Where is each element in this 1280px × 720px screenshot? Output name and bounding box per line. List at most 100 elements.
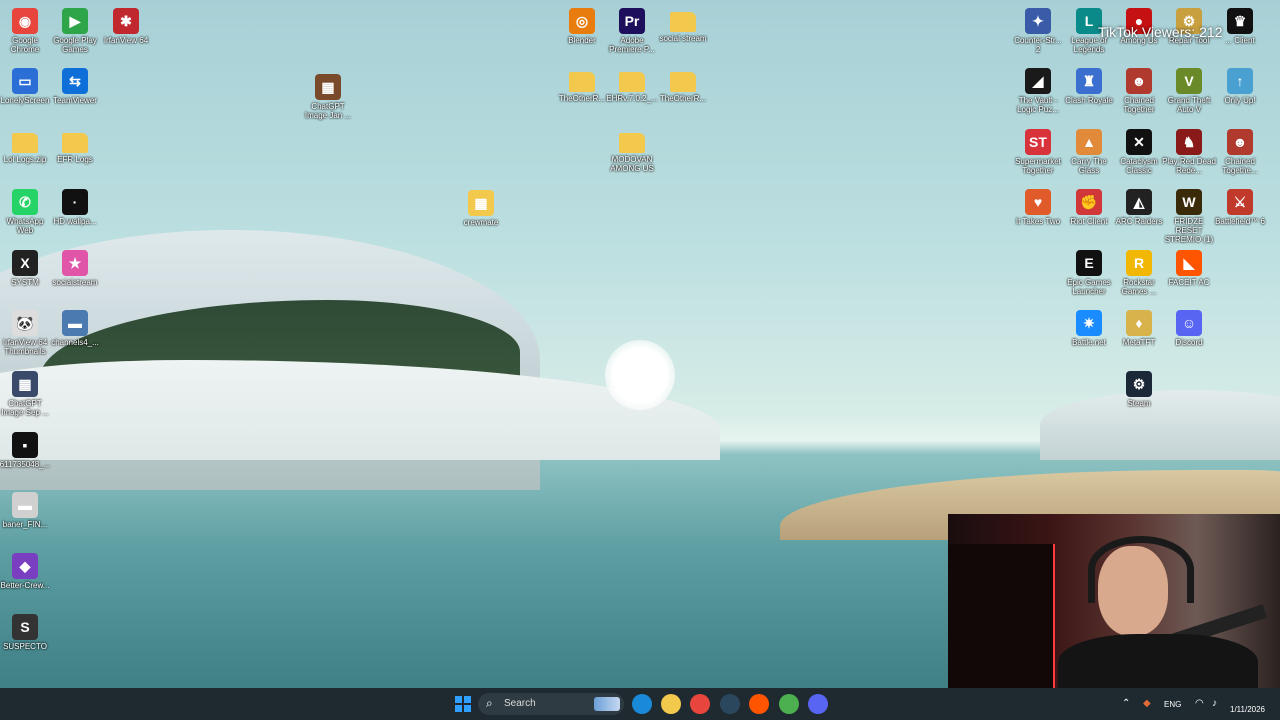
desktop-icon[interactable]: ☻ Chained Together bbox=[1112, 64, 1166, 114]
taskbar-search[interactable]: ⌕ Search bbox=[478, 693, 624, 715]
desktop-icon[interactable]: ◢ The Vault - Logic Puz... bbox=[1011, 64, 1065, 114]
desktop-icon[interactable]: V Grand Theft Auto V bbox=[1162, 64, 1216, 114]
desktop-icon[interactable]: ♞ Play Red Dead Rede... bbox=[1162, 125, 1216, 175]
edge-icon[interactable] bbox=[632, 694, 652, 714]
desktop-icon[interactable]: ▶ Google Play Games bbox=[48, 4, 102, 54]
image-file-icon: ▬ bbox=[12, 492, 38, 518]
desktop-icon[interactable]: ST Supermarket Together bbox=[1011, 125, 1065, 175]
volume-icon[interactable]: ♪ bbox=[1212, 698, 1217, 709]
wifi-icon[interactable]: ◠ bbox=[1195, 698, 1204, 709]
desktop-icon[interactable]: MODOVAN AMONG US bbox=[605, 125, 659, 173]
desktop-icon[interactable]: W FRIDZE RESET STREMIO (1) bbox=[1162, 185, 1216, 244]
desktop-icon[interactable]: S SUSPECTO bbox=[0, 610, 52, 651]
desktop-icon[interactable]: ▬ channels4_... bbox=[48, 306, 102, 347]
desktop-icon[interactable]: EHRv.7.0.2_... bbox=[605, 64, 659, 103]
desktop-icon[interactable]: ✦ Counter-Str... 2 bbox=[1011, 4, 1065, 54]
desktop-icon-label: TheOtherR... bbox=[558, 94, 606, 103]
desktop-icon[interactable]: social stream bbox=[656, 4, 710, 43]
tray-chevron-icon[interactable]: ⌃ bbox=[1122, 698, 1130, 709]
windows-logo-icon bbox=[455, 696, 471, 712]
file-explorer-icon[interactable] bbox=[661, 694, 681, 714]
desktop-icon-label: Clash Royale bbox=[1065, 96, 1113, 105]
folder-icon bbox=[619, 133, 645, 153]
discord-icon: ☺ bbox=[1176, 310, 1202, 336]
chrome-beta-icon[interactable] bbox=[779, 694, 799, 714]
desktop-icon[interactable]: X SYSTM bbox=[0, 246, 52, 287]
desktop-icon[interactable]: ◭ ARC Raiders bbox=[1112, 185, 1166, 226]
suspecto-icon: S bbox=[12, 614, 38, 640]
desktop-icon[interactable]: ✕ Cataclysm Classic bbox=[1112, 125, 1166, 175]
search-icon: ⌕ bbox=[486, 696, 493, 710]
desktop-icon-label: Google Chrome bbox=[10, 36, 40, 54]
chained-together-icon: ☻ bbox=[1126, 68, 1152, 94]
desktop-icon[interactable]: ✊ Riot Client bbox=[1062, 185, 1116, 226]
desktop-icon[interactable]: ↑ Only Up! bbox=[1213, 64, 1267, 105]
image-file-icon: ▦ bbox=[468, 190, 494, 216]
desktop-icon[interactable]: ◆ Better-Crew... bbox=[0, 549, 52, 590]
asus-pc-case bbox=[948, 544, 1055, 690]
desktop-icon-label: Supermarket Together bbox=[1015, 157, 1061, 175]
chrome-icon[interactable] bbox=[690, 694, 710, 714]
chained-together-icon: ☻ bbox=[1227, 129, 1253, 155]
image-file-icon: · bbox=[62, 189, 88, 215]
desktop-icon[interactable]: ✆ WhatsApp Web bbox=[0, 185, 52, 235]
play-games-icon: ▶ bbox=[62, 8, 88, 34]
desktop-icon[interactable]: ★ socialstream bbox=[48, 246, 102, 287]
desktop-icon[interactable]: ⚙ Steam bbox=[1112, 367, 1166, 408]
desktop-icon[interactable]: Pr Adobe Premiere P... bbox=[605, 4, 659, 54]
image-file-icon: ▪ bbox=[12, 432, 38, 458]
desktop-icon[interactable]: ⇆ TeamViewer bbox=[48, 64, 102, 105]
desktop-icon[interactable]: ▦ ChatGPT Image Sep ... bbox=[0, 367, 52, 417]
language-indicator[interactable]: ENG bbox=[1164, 700, 1181, 709]
desktop-icon-label: Lol Logs.zip bbox=[3, 155, 47, 164]
desktop-icon-label: Grand Theft Auto V bbox=[1167, 96, 1211, 114]
folder-icon bbox=[670, 12, 696, 32]
desktop-icon[interactable]: ◣ FACEIT AC bbox=[1162, 246, 1216, 287]
desktop-icon[interactable]: ♦ MetaTFT bbox=[1112, 306, 1166, 347]
desktop-icon[interactable]: ✷ Battle.net bbox=[1062, 306, 1116, 347]
premiere-icon: Pr bbox=[619, 8, 645, 34]
tray-shield-icon[interactable]: ◆ bbox=[1143, 698, 1151, 709]
desktop-icon[interactable]: ♥ It Takes Two bbox=[1011, 185, 1065, 226]
stremio-icon: W bbox=[1176, 189, 1202, 215]
faceit-icon[interactable] bbox=[749, 694, 769, 714]
clash-royale-icon: ♜ bbox=[1076, 68, 1102, 94]
desktop-icon[interactable]: 🐼 IrfanView 64 Thumbnails bbox=[0, 306, 52, 356]
desktop-icon-label: Epic Games Launcher bbox=[1067, 278, 1111, 296]
desktop-icon[interactable]: TheOtherR... bbox=[555, 64, 609, 103]
desktop-icon[interactable]: ♜ Clash Royale bbox=[1062, 64, 1116, 105]
desktop-icon[interactable]: R Rockstar Games ... bbox=[1112, 246, 1166, 296]
desktop-icon[interactable]: ▬ baner_FIN... bbox=[0, 488, 52, 529]
desktop-icon[interactable]: ▪ 611735048_... bbox=[0, 428, 52, 469]
desktop-icon[interactable]: ▦ ChatGPT Image Jan ... bbox=[301, 70, 355, 120]
carry-glass-icon: ▲ bbox=[1076, 129, 1102, 155]
desktop-icon-label: EFR Logs bbox=[57, 155, 93, 164]
desktop-icon[interactable]: · HD wallpa... bbox=[48, 185, 102, 226]
desktop-icon-label: FRIDZE RESET STREMIO (1) bbox=[1164, 217, 1214, 244]
discord-icon[interactable] bbox=[808, 694, 828, 714]
desktop-icon[interactable]: ▲ Carry The Glass bbox=[1062, 125, 1116, 175]
desktop-icon-label: HD wallpa... bbox=[53, 217, 97, 226]
desktop-icon[interactable]: TheOtherR... bbox=[656, 64, 710, 103]
steam-icon[interactable] bbox=[720, 694, 740, 714]
clock-date[interactable]: 1/11/2026 bbox=[1230, 705, 1265, 714]
taskbar: ⌕ Search ⌃ ◆ ENG ◠ ♪ 1/11/2026 bbox=[0, 688, 1280, 720]
start-button[interactable] bbox=[453, 694, 473, 714]
desktop-icon[interactable]: ☻ Chained Togethe... bbox=[1213, 125, 1267, 175]
epic-games-icon: E bbox=[1076, 250, 1102, 276]
desktop-icon[interactable]: Lol Logs.zip bbox=[0, 125, 52, 164]
desktop-icon-label: The Vault - Logic Puz... bbox=[1017, 96, 1059, 114]
desktop-icon[interactable]: ✱ IrfanView 64 bbox=[99, 4, 153, 45]
desktop-icon[interactable]: E Epic Games Launcher bbox=[1062, 246, 1116, 296]
desktop-icon[interactable]: ◉ Google Chrome bbox=[0, 4, 52, 54]
desktop-icon-label: Adobe Premiere P... bbox=[609, 36, 655, 54]
desktop-icon[interactable]: ⚔ Battlefield™ 6 bbox=[1213, 185, 1267, 226]
desktop-icon[interactable]: ◎ Blender bbox=[555, 4, 609, 45]
desktop-icon[interactable]: EFR Logs bbox=[48, 125, 102, 164]
desktop-icon[interactable]: ☺ Discord bbox=[1162, 306, 1216, 347]
systm-icon: X bbox=[12, 250, 38, 276]
desktop-icon[interactable]: ▭ LonelyScreen bbox=[0, 64, 52, 105]
desktop-icon[interactable]: ▦ crewmate bbox=[454, 186, 508, 227]
desktop-icon-label: IrfanView 64 bbox=[103, 36, 149, 45]
socialstream-icon: ★ bbox=[62, 250, 88, 276]
